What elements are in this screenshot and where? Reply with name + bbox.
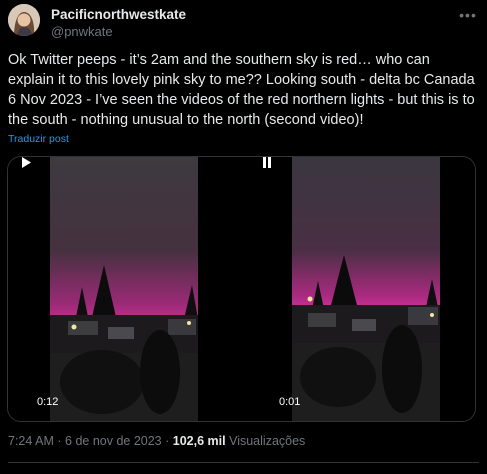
tweet-header: Pacificnorthwestkate @pnwkate ••• xyxy=(8,4,479,44)
divider xyxy=(8,462,479,463)
views-count[interactable]: 102,6 mil xyxy=(173,434,226,448)
video-player-1[interactable]: 0:12 xyxy=(8,157,241,421)
play-icon[interactable] xyxy=(21,157,31,168)
avatar[interactable] xyxy=(8,4,40,36)
pause-icon[interactable] xyxy=(262,157,272,168)
meta-separator: · xyxy=(165,434,170,448)
video-thumbnail-2 xyxy=(242,157,475,421)
tweet-date[interactable]: 6 de nov de 2023 xyxy=(65,434,162,448)
meta-separator: · xyxy=(57,434,62,448)
translate-link[interactable]: Traduzir post xyxy=(8,133,69,145)
video-timer: 0:01 xyxy=(279,396,301,408)
video-timer: 0:12 xyxy=(37,396,59,408)
tweet-time[interactable]: 7:24 AM xyxy=(8,434,54,448)
video-player-2[interactable]: 0:01 xyxy=(242,157,475,421)
tweet-meta: 7:24 AM · 6 de nov de 2023 · 102,6 mil V… xyxy=(8,434,305,448)
views-label: Visualizações xyxy=(229,434,306,448)
media-container: 0:12 0:01 xyxy=(7,156,476,422)
handle[interactable]: @pnwkate xyxy=(51,23,186,40)
display-name[interactable]: Pacificnorthwestkate xyxy=(51,7,186,23)
video-thumbnail-1 xyxy=(8,157,241,421)
tweet-text: Ok Twitter peeps - it’s 2am and the sout… xyxy=(8,52,475,128)
more-options-icon[interactable]: ••• xyxy=(459,6,477,24)
author-names: Pacificnorthwestkate @pnwkate xyxy=(51,7,186,40)
